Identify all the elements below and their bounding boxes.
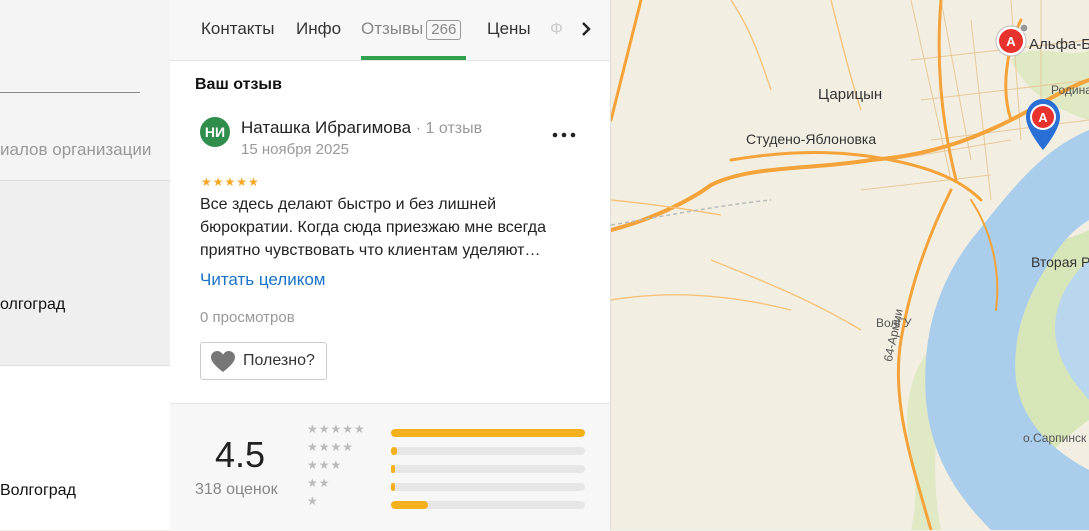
- left-top-section: иалов организации: [0, 0, 170, 181]
- review-text: Все здесь делают быстро и без лишней бюр…: [200, 196, 547, 259]
- active-tab-indicator: [361, 56, 466, 60]
- avatar[interactable]: НИ: [200, 117, 230, 147]
- review-author[interactable]: Наташка Ибрагимова · 1 отзыв: [241, 118, 482, 138]
- review-count-badge: 266: [426, 20, 462, 40]
- review-date: 15 ноября 2025: [241, 141, 350, 158]
- distribution-stars: ★★★: [307, 458, 343, 472]
- read-more-link[interactable]: Читать целиком: [200, 270, 326, 290]
- section-title: Ваш отзыв: [195, 76, 282, 93]
- left-column: иалов организации олгоград Волгоград: [0, 0, 171, 530]
- author-name[interactable]: Наташка Ибрагимова: [241, 118, 411, 137]
- tab-label: Цены: [487, 19, 531, 38]
- tab-reviews[interactable]: Отзывы 266: [361, 19, 462, 40]
- left-divider: [0, 92, 140, 93]
- more-options-icon[interactable]: [552, 118, 576, 144]
- rating-summary: 4.5 318 оценок ★★★★★ ★★★★ ★★★ ★★ ★: [170, 403, 610, 531]
- tab-label: Отзывы: [361, 19, 424, 38]
- distribution-stars: ★★★★★: [307, 422, 366, 436]
- distribution-bar: [391, 465, 585, 473]
- branches-link[interactable]: иалов организации: [0, 140, 151, 160]
- tab-photos[interactable]: Ф: [550, 19, 563, 39]
- distribution-bar: [391, 483, 585, 491]
- distribution-bar-fill: [391, 429, 585, 437]
- rating-count: 318 оценок: [195, 481, 278, 498]
- views-count: 0 просмотров: [200, 309, 295, 326]
- distribution-stars: ★★: [307, 476, 331, 490]
- tab-info[interactable]: Инфо: [296, 19, 341, 39]
- svg-text:А: А: [1006, 34, 1016, 49]
- tab-bar: Контакты Инфо Отзывы 266 Цены Ф: [170, 0, 610, 61]
- distribution-bar-fill: [391, 483, 395, 491]
- review-stars: ★★★★★: [201, 175, 260, 189]
- tab-prices[interactable]: Цены: [487, 19, 531, 39]
- map-label-studeno: Студено-Яблоновка: [746, 131, 877, 147]
- chevron-right-icon[interactable]: [576, 14, 596, 44]
- distribution-bar-fill: [391, 447, 397, 455]
- distribution-stars: ★: [307, 494, 319, 508]
- branch-city: Волгоград: [0, 482, 76, 499]
- map-canvas: [611, 0, 1089, 530]
- heart-icon: [211, 351, 235, 372]
- distribution-bar-fill: [391, 501, 428, 509]
- map-label-tsaritsyn: Царицын: [818, 86, 883, 103]
- useful-button[interactable]: Полезно?: [200, 342, 327, 380]
- map-label-rodina: Родина-ма: [1051, 83, 1089, 97]
- map-label-alfa: Альфа-Б: [1029, 36, 1089, 53]
- distribution-bar-fill: [391, 465, 395, 473]
- branch-item[interactable]: [0, 181, 170, 366]
- review-panel: Контакты Инфо Отзывы 266 Цены Ф Ваш отзыв…: [170, 0, 611, 531]
- tab-contacts[interactable]: Контакты: [201, 19, 274, 39]
- author-review-count: · 1 отзыв: [415, 120, 483, 137]
- distribution-bar: [391, 447, 585, 455]
- distribution-stars: ★★★★: [307, 440, 355, 454]
- useful-label: Полезно?: [243, 352, 315, 369]
- map-label-sarpinsky: о.Сарпинск: [1023, 431, 1087, 445]
- branch-city: олгоград: [0, 296, 66, 313]
- tab-label: Контакты: [201, 19, 275, 38]
- map[interactable]: Царицын Студено-Яблоновка Альфа-Б Родина…: [611, 0, 1089, 530]
- map-label-vtoraya: Вторая Р: [1031, 254, 1089, 270]
- svg-text:А: А: [1038, 110, 1048, 125]
- rating-score: 4.5: [215, 434, 266, 475]
- tab-label: Инфо: [296, 19, 342, 38]
- distribution-bar: [391, 429, 585, 437]
- branch-item[interactable]: [0, 366, 170, 530]
- distribution-bar: [391, 501, 585, 509]
